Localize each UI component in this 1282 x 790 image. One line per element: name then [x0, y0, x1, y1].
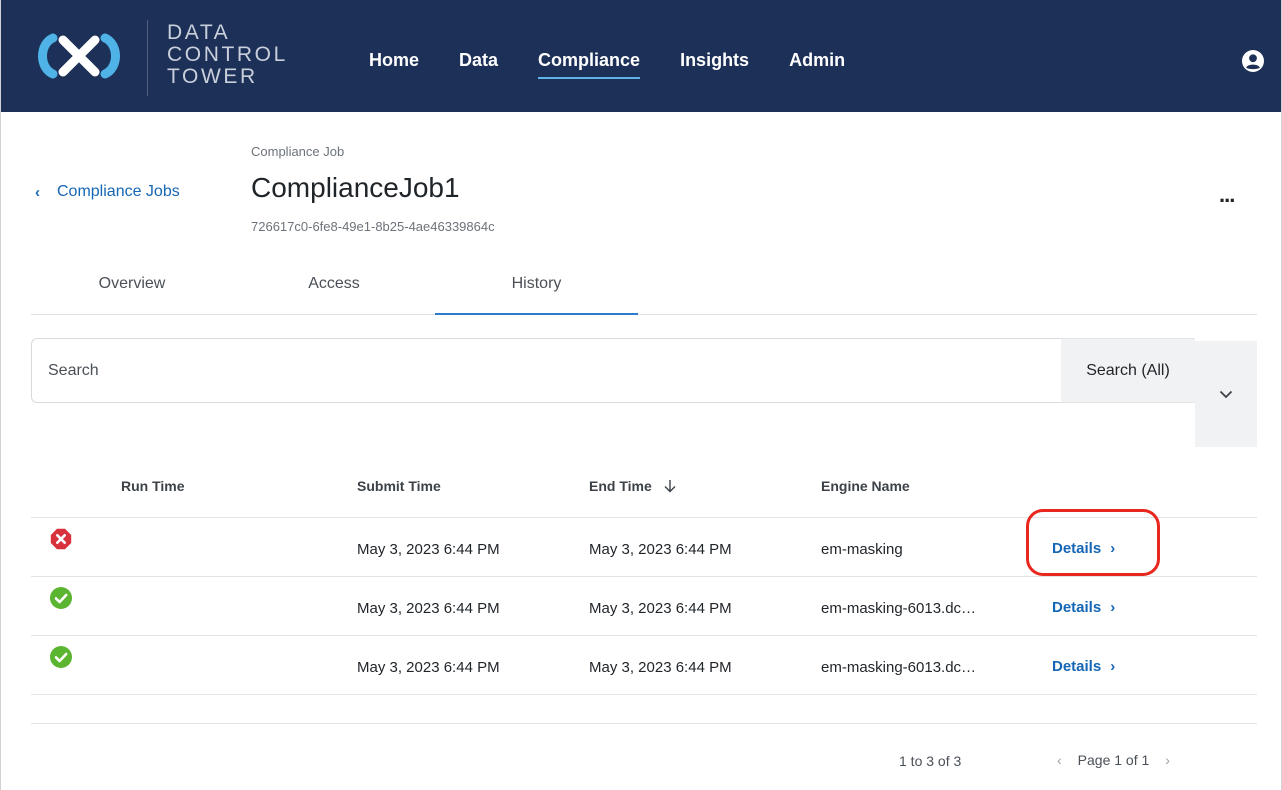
job-type-label: Compliance Job: [251, 144, 345, 159]
nav-admin[interactable]: Admin: [789, 50, 845, 79]
table-row: May 3, 2023 6:44 PM May 3, 2023 6:44 PM …: [31, 577, 1257, 636]
top-nav-bar: DATA CONTROL TOWER Home Data Compliance …: [1, 0, 1281, 112]
pagination-controls: ‹ Page 1 of 1 ›: [1057, 752, 1170, 768]
success-check-icon: [50, 587, 72, 609]
next-page-icon[interactable]: ›: [1165, 752, 1170, 768]
end-time-cell: May 3, 2023 6:44 PM: [589, 541, 732, 558]
data-control-tower-logo[interactable]: [29, 26, 129, 86]
success-check-icon: [50, 646, 72, 668]
chevron-left-icon: ‹: [35, 183, 40, 201]
engine-name-cell: em-masking-6013.dc…: [821, 659, 977, 676]
column-header-end-time[interactable]: End Time: [589, 478, 676, 494]
nav-data[interactable]: Data: [459, 50, 498, 79]
page-indicator: Page 1 of 1: [1077, 752, 1150, 768]
pagination-range: 1 to 3 of 3: [899, 753, 962, 769]
search-input[interactable]: [32, 339, 1061, 402]
details-label: Details: [1052, 540, 1102, 557]
chevron-down-icon: [1219, 390, 1233, 398]
chevron-right-icon: ›: [1110, 658, 1116, 675]
back-link-label: Compliance Jobs: [57, 183, 180, 200]
end-time-cell: May 3, 2023 6:44 PM: [589, 659, 732, 676]
brand-name: DATA CONTROL TOWER: [167, 22, 288, 88]
search-scope-button[interactable]: Search (All): [1061, 338, 1195, 403]
job-id: 726617c0-6fe8-49e1-8b25-4ae46339864c: [251, 219, 495, 234]
column-header-end-time-label: End Time: [589, 478, 652, 494]
history-table-header: Run Time Submit Time End Time Engine Nam…: [31, 458, 1257, 518]
submit-time-cell: May 3, 2023 6:44 PM: [357, 600, 500, 617]
page-title: ComplianceJob1: [251, 172, 460, 203]
tab-overview[interactable]: Overview: [31, 275, 233, 315]
back-to-compliance-jobs-link[interactable]: ‹ Compliance Jobs: [35, 183, 180, 201]
tab-bar: Overview Access History: [31, 268, 1257, 315]
app-window: DATA CONTROL TOWER Home Data Compliance …: [0, 0, 1282, 790]
sort-descending-arrow-icon: [664, 480, 676, 493]
column-header-engine-name[interactable]: Engine Name: [821, 478, 910, 494]
brand-line: CONTROL: [167, 43, 288, 66]
table-footer-divider: [31, 723, 1257, 724]
table-row: May 3, 2023 6:44 PM May 3, 2023 6:44 PM …: [31, 518, 1257, 577]
nav-home[interactable]: Home: [369, 50, 419, 79]
details-link[interactable]: Details ›: [1052, 599, 1115, 616]
nav-insights[interactable]: Insights: [680, 50, 749, 79]
nav-compliance[interactable]: Compliance: [538, 50, 641, 79]
column-header-submit-time[interactable]: Submit Time: [357, 478, 441, 494]
user-circle-icon[interactable]: [1242, 50, 1264, 72]
end-time-cell: May 3, 2023 6:44 PM: [589, 600, 732, 617]
submit-time-cell: May 3, 2023 6:44 PM: [357, 541, 500, 558]
tab-history[interactable]: History: [435, 275, 638, 315]
submit-time-cell: May 3, 2023 6:44 PM: [357, 659, 500, 676]
main-nav: Home Data Compliance Insights Admin: [369, 50, 885, 79]
error-x-icon: [50, 528, 72, 550]
details-label: Details: [1052, 599, 1102, 616]
details-link[interactable]: Details ›: [1052, 658, 1115, 675]
engine-name-cell: em-masking-6013.dc…: [821, 600, 977, 617]
logo-divider: [147, 20, 148, 96]
more-options-icon[interactable]: ...: [1219, 184, 1235, 206]
table-row: May 3, 2023 6:44 PM May 3, 2023 6:44 PM …: [31, 636, 1257, 695]
details-label: Details: [1052, 658, 1102, 675]
column-header-run-time[interactable]: Run Time: [121, 478, 185, 494]
engine-name-cell: em-masking: [821, 541, 903, 558]
search-scope-dropdown[interactable]: [1195, 341, 1257, 447]
tab-access[interactable]: Access: [233, 275, 435, 315]
details-link[interactable]: Details ›: [1052, 540, 1115, 557]
chevron-right-icon: ›: [1110, 540, 1116, 557]
search-box: [31, 338, 1061, 403]
brand-line: DATA: [167, 21, 231, 44]
brand-line: TOWER: [167, 65, 258, 88]
chevron-right-icon: ›: [1110, 599, 1116, 616]
previous-page-icon[interactable]: ‹: [1057, 752, 1062, 768]
